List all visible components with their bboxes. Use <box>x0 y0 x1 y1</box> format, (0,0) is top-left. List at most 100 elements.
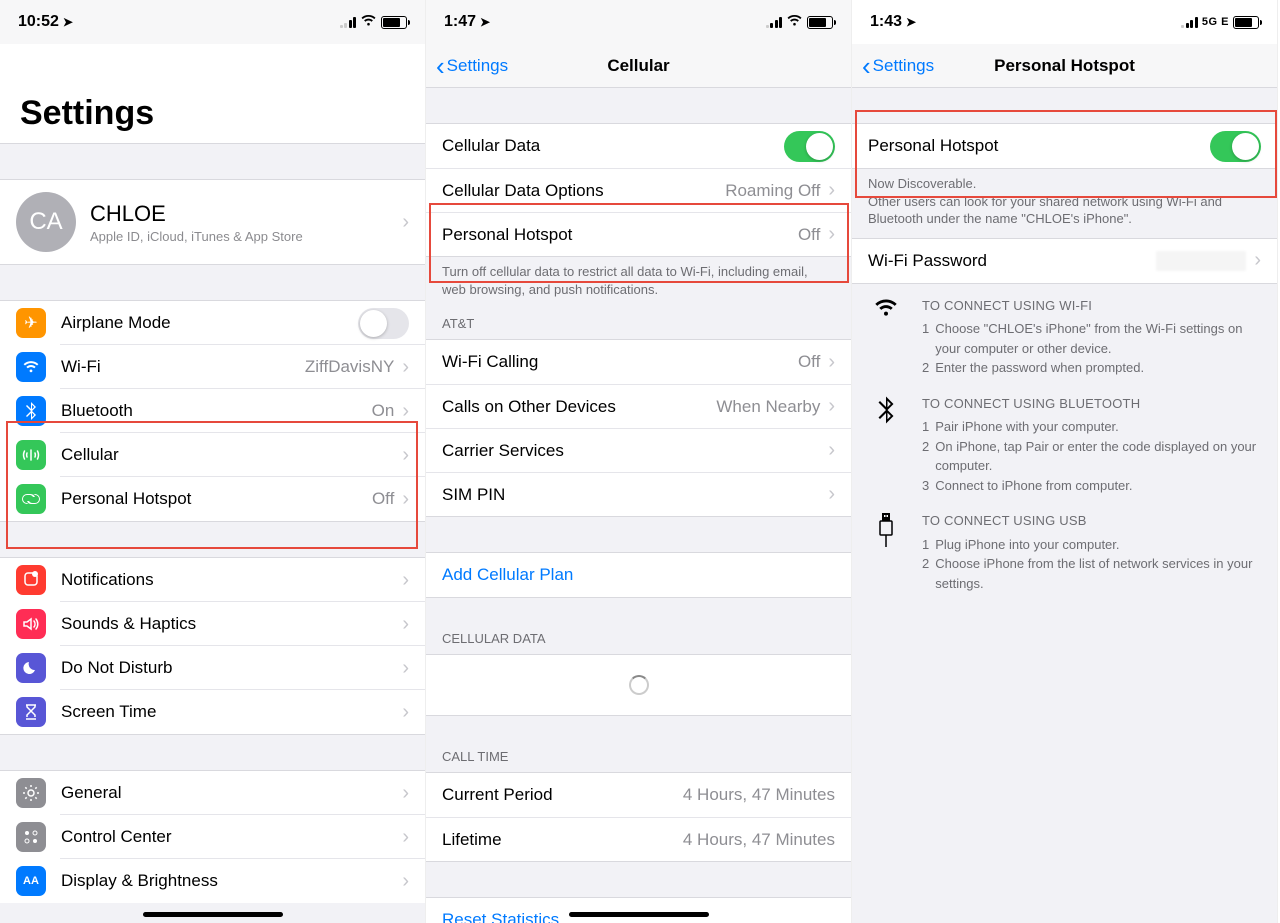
control-center-row[interactable]: Control Center › <box>0 815 425 859</box>
profile-sub: Apple ID, iCloud, iTunes & App Store <box>90 229 402 244</box>
reset-statistics-row[interactable]: Reset Statistics <box>426 898 851 923</box>
cellular-row[interactable]: Cellular › <box>0 433 425 477</box>
nav-title: Personal Hotspot <box>852 56 1277 76</box>
cellular-signal-icon <box>1181 17 1198 28</box>
cellular-icon <box>16 440 46 470</box>
battery-icon <box>381 16 407 29</box>
chevron-right-icon: › <box>402 444 409 467</box>
status-bar: 10:52➤ <box>0 0 425 44</box>
personal-hotspot-toggle[interactable] <box>1210 131 1261 162</box>
bluetooth-icon <box>16 396 46 426</box>
connect-bluetooth-instructions: TO CONNECT USING BLUETOOTH 1Pair iPhone … <box>852 382 1277 500</box>
carrier-services-row[interactable]: Carrier Services › <box>426 428 851 472</box>
chevron-right-icon: › <box>402 569 409 592</box>
nav-title: Cellular <box>426 56 851 76</box>
airplane-toggle[interactable] <box>358 308 409 339</box>
loading-row <box>426 655 851 715</box>
display-icon: AA <box>16 866 46 896</box>
notifications-icon <box>16 565 46 595</box>
att-header: AT&T <box>426 308 851 339</box>
wifi-password-row[interactable]: Wi-Fi Password › <box>852 239 1277 283</box>
dnd-row[interactable]: Do Not Disturb › <box>0 646 425 690</box>
wifi-calling-row[interactable]: Wi-Fi Calling Off › <box>426 340 851 384</box>
call-time-header: CALL TIME <box>426 741 851 772</box>
airplane-icon: ✈ <box>16 308 46 338</box>
wifi-icon <box>868 296 904 378</box>
discoverable-text: Now Discoverable. Other users can look f… <box>852 169 1277 238</box>
avatar: CA <box>16 192 76 252</box>
chevron-right-icon: › <box>402 870 409 893</box>
status-bar: 1:47 ➤ <box>426 0 851 44</box>
cellular-footer: Turn off cellular data to restrict all d… <box>426 257 851 308</box>
wifi-icon <box>360 14 377 30</box>
lifetime-row: Lifetime 4 Hours, 47 Minutes <box>426 817 851 861</box>
chevron-right-icon: › <box>402 613 409 636</box>
chevron-right-icon: › <box>402 400 409 423</box>
cellular-data-row[interactable]: Cellular Data <box>426 124 851 168</box>
moon-icon <box>16 653 46 683</box>
bluetooth-row[interactable]: Bluetooth On › <box>0 389 425 433</box>
status-time: 10:52➤ <box>18 13 73 31</box>
nav-bar: ‹Settings Cellular <box>426 44 851 88</box>
home-indicator <box>569 912 709 917</box>
calls-other-devices-row[interactable]: Calls on Other Devices When Nearby › <box>426 384 851 428</box>
chevron-right-icon: › <box>828 395 835 418</box>
chevron-right-icon: › <box>402 356 409 379</box>
airplane-mode-row[interactable]: ✈ Airplane Mode <box>0 301 425 345</box>
chevron-right-icon: › <box>828 351 835 374</box>
home-indicator <box>143 912 283 917</box>
cellular-signal-icon <box>340 17 357 28</box>
chevron-right-icon: › <box>828 483 835 506</box>
connect-usb-instructions: TO CONNECT USING USB 1Plug iPhone into y… <box>852 499 1277 597</box>
chevron-right-icon: › <box>828 223 835 246</box>
cellular-signal-icon <box>766 17 783 28</box>
page-title: Settings <box>0 44 425 144</box>
chevron-right-icon: › <box>402 488 409 511</box>
status-time: 1:47 <box>444 13 476 31</box>
hourglass-icon <box>16 697 46 727</box>
chevron-right-icon: › <box>402 782 409 805</box>
chevron-right-icon: › <box>402 826 409 849</box>
status-time: 1:43 <box>870 13 902 31</box>
personal-hotspot-toggle-row[interactable]: Personal Hotspot <box>852 124 1277 168</box>
personal-hotspot-row[interactable]: Personal Hotspot Off › <box>0 477 425 521</box>
general-row[interactable]: General › <box>0 771 425 815</box>
sim-pin-row[interactable]: SIM PIN › <box>426 472 851 516</box>
connect-wifi-instructions: TO CONNECT USING WI-FI 1Choose "CHLOE's … <box>852 284 1277 382</box>
nav-bar: ‹Settings Personal Hotspot <box>852 44 1277 88</box>
password-value <box>1156 251 1246 271</box>
control-center-icon <box>16 822 46 852</box>
location-icon: ➤ <box>63 15 73 29</box>
hotspot-icon <box>16 484 46 514</box>
gear-icon <box>16 778 46 808</box>
spinner-icon <box>629 675 649 695</box>
wifi-settings-icon <box>16 352 46 382</box>
sounds-icon <box>16 609 46 639</box>
wifi-icon <box>786 14 803 30</box>
bluetooth-icon <box>868 394 904 496</box>
personal-hotspot-screen: 1:43➤ 5G E ‹Settings Personal Hotspot Pe… <box>852 0 1278 923</box>
current-period-row: Current Period 4 Hours, 47 Minutes <box>426 773 851 817</box>
cellular-data-options-row[interactable]: Cellular Data Options Roaming Off › <box>426 168 851 212</box>
status-bar: 1:43➤ 5G E <box>852 0 1277 44</box>
cellular-screen: 1:47 ➤ ‹Settings Cellular Cellular Data C… <box>426 0 852 923</box>
screentime-row[interactable]: Screen Time › <box>0 690 425 734</box>
chevron-right-icon: › <box>828 179 835 202</box>
chevron-right-icon: › <box>402 657 409 680</box>
location-icon: ➤ <box>480 15 490 29</box>
apple-id-row[interactable]: CA CHLOE Apple ID, iCloud, iTunes & App … <box>0 180 425 264</box>
personal-hotspot-row[interactable]: Personal Hotspot Off › <box>426 212 851 256</box>
location-icon: ➤ <box>906 15 916 29</box>
wifi-row[interactable]: Wi-Fi ZiffDavisNY › <box>0 345 425 389</box>
notifications-row[interactable]: Notifications › <box>0 558 425 602</box>
chevron-right-icon: › <box>402 701 409 724</box>
add-cellular-plan-row[interactable]: Add Cellular Plan <box>426 553 851 597</box>
display-row[interactable]: AA Display & Brightness › <box>0 859 425 903</box>
battery-icon <box>1233 16 1259 29</box>
cellular-data-header: CELLULAR DATA <box>426 623 851 654</box>
battery-icon <box>807 16 833 29</box>
chevron-right-icon: › <box>402 211 409 234</box>
cellular-data-toggle[interactable] <box>784 131 835 162</box>
usb-icon <box>868 511 904 593</box>
sounds-row[interactable]: Sounds & Haptics › <box>0 602 425 646</box>
